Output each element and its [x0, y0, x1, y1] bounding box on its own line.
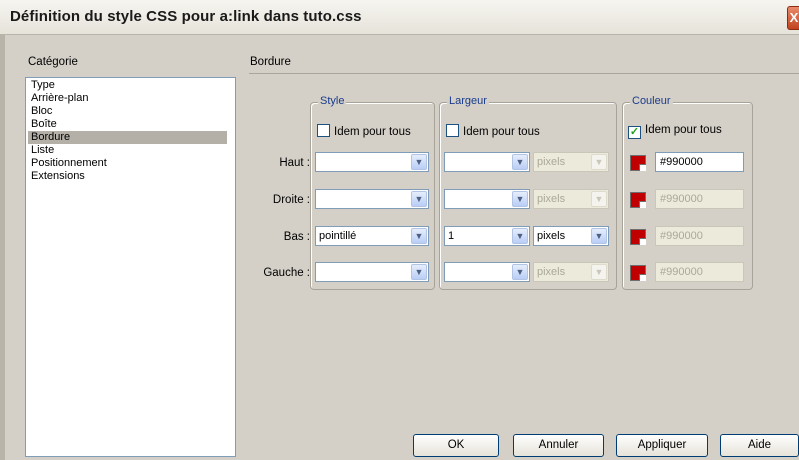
style-same-checkbox[interactable]: Idem pour tous — [317, 124, 411, 138]
style-same-label: Idem pour tous — [334, 126, 411, 138]
check-icon[interactable]: ✓ — [628, 126, 641, 139]
swatch-dropdown-icon[interactable] — [639, 238, 646, 245]
help-button[interactable]: Aide — [720, 434, 799, 457]
chevron-down-icon[interactable]: ▼ — [411, 191, 427, 207]
row-label-bottom: Bas : — [283, 231, 310, 243]
section-divider — [249, 73, 799, 74]
style-legend: Style — [318, 95, 347, 107]
color-field-bottom: #990000 — [655, 226, 744, 246]
style-select-right[interactable]: ▼ — [315, 189, 429, 209]
category-item-border[interactable]: Bordure — [28, 131, 227, 144]
chevron-down-icon[interactable]: ▼ — [512, 228, 528, 244]
color-same-label: Idem pour tous — [645, 124, 722, 136]
row-label-top: Haut : — [279, 157, 310, 169]
apply-button[interactable]: Appliquer — [616, 434, 708, 457]
width-value-bottom: 1 — [448, 230, 455, 242]
chevron-down-icon[interactable]: ▼ — [411, 264, 427, 280]
category-item-extensions[interactable]: Extensions — [28, 170, 227, 183]
title-bar: Définition du style CSS pour a:link dans… — [0, 0, 799, 35]
cancel-button[interactable]: Annuler — [513, 434, 604, 457]
swatch-dropdown-icon[interactable] — [639, 274, 646, 281]
width-legend: Largeur — [447, 95, 489, 107]
swatch-dropdown-icon[interactable] — [639, 201, 646, 208]
width-same-label: Idem pour tous — [463, 126, 540, 138]
window-title: Définition du style CSS pour a:link dans… — [10, 8, 362, 25]
category-item-background[interactable]: Arrière-plan — [28, 92, 227, 105]
section-title: Bordure — [250, 56, 291, 68]
chevron-down-icon[interactable]: ▼ — [512, 154, 528, 170]
style-select-left[interactable]: ▼ — [315, 262, 429, 282]
width-same-checkbox[interactable]: Idem pour tous — [446, 124, 540, 138]
chevron-down-icon[interactable]: ▼ — [512, 191, 528, 207]
category-item-box[interactable]: Boîte — [28, 118, 227, 131]
checkbox-box[interactable] — [446, 124, 459, 137]
ok-button[interactable]: OK — [413, 434, 499, 457]
category-item-list[interactable]: Liste — [28, 144, 227, 157]
unit-value-right: pixels — [537, 193, 566, 205]
category-list[interactable]: Type Arrière-plan Bloc Boîte Bordure Lis… — [25, 77, 236, 457]
color-swatch-right[interactable] — [630, 192, 646, 208]
row-label-right: Droite : — [272, 194, 310, 206]
color-swatch-top[interactable] — [630, 155, 646, 171]
close-button[interactable]: X — [787, 6, 799, 30]
unit-select-top: pixels ▼ — [533, 152, 609, 172]
width-select-left[interactable]: ▼ — [444, 262, 530, 282]
chevron-down-icon: ▼ — [591, 154, 607, 170]
style-select-top[interactable]: ▼ — [315, 152, 429, 172]
chevron-down-icon[interactable]: ▼ — [411, 228, 427, 244]
chevron-down-icon[interactable]: ▼ — [411, 154, 427, 170]
unit-select-left: pixels ▼ — [533, 262, 609, 282]
category-item-positioning[interactable]: Positionnement — [28, 157, 227, 170]
category-heading: Catégorie — [28, 56, 78, 68]
unit-select-bottom[interactable]: pixels ▼ — [533, 226, 609, 246]
color-legend: Couleur — [630, 95, 673, 107]
unit-value-top: pixels — [537, 156, 566, 168]
row-label-left: Gauche : — [263, 267, 310, 279]
category-item-type[interactable]: Type — [28, 79, 227, 92]
window-frame — [0, 34, 5, 460]
chevron-down-icon: ▼ — [591, 264, 607, 280]
color-same-checkbox[interactable]: ✓ Idem pour tous — [628, 124, 722, 139]
color-swatch-left[interactable] — [630, 265, 646, 281]
unit-value-bottom: pixels — [537, 230, 566, 242]
color-field-top[interactable]: #990000 — [655, 152, 744, 172]
chevron-down-icon[interactable]: ▼ — [591, 228, 607, 244]
color-swatch-bottom[interactable] — [630, 229, 646, 245]
chevron-down-icon: ▼ — [591, 191, 607, 207]
color-field-left: #990000 — [655, 262, 744, 282]
color-field-right: #990000 — [655, 189, 744, 209]
unit-value-left: pixels — [537, 266, 566, 278]
category-item-block[interactable]: Bloc — [28, 105, 227, 118]
swatch-dropdown-icon[interactable] — [639, 164, 646, 171]
unit-select-right: pixels ▼ — [533, 189, 609, 209]
style-select-bottom[interactable]: pointillé ▼ — [315, 226, 429, 246]
chevron-down-icon[interactable]: ▼ — [512, 264, 528, 280]
width-select-bottom[interactable]: 1 ▼ — [444, 226, 530, 246]
width-select-top[interactable]: ▼ — [444, 152, 530, 172]
checkbox-box[interactable] — [317, 124, 330, 137]
width-select-right[interactable]: ▼ — [444, 189, 530, 209]
style-value-bottom: pointillé — [319, 230, 357, 242]
